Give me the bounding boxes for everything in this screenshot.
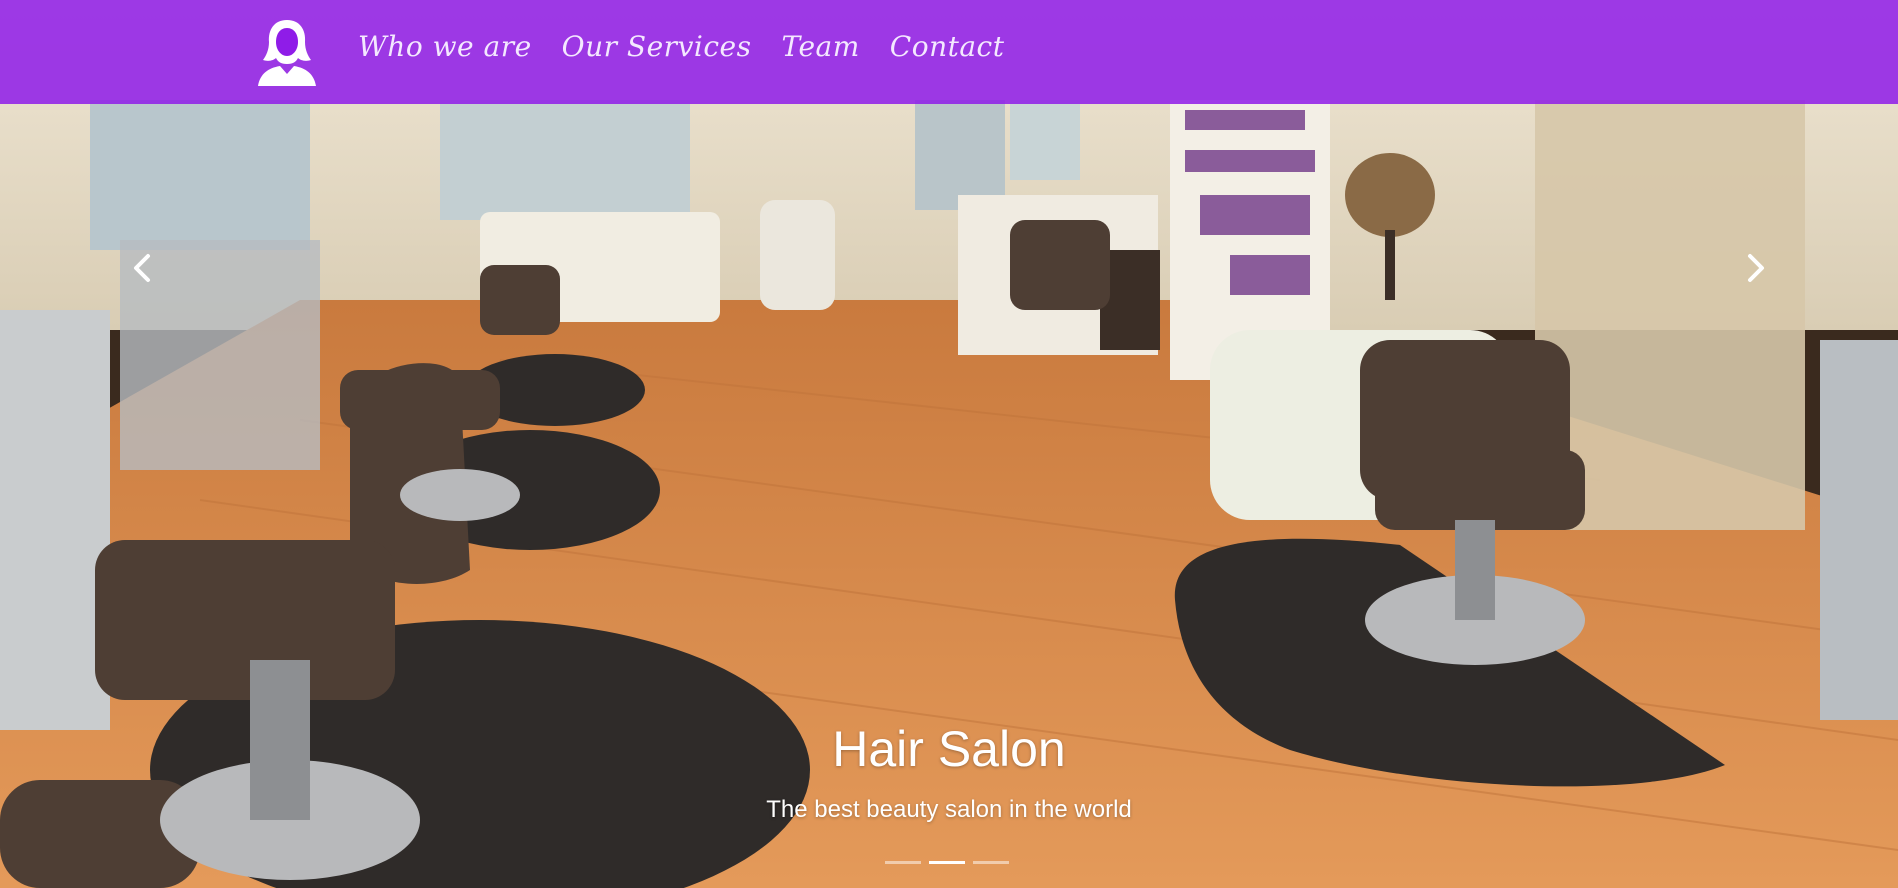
nav-menu: Who we are Our Services Team Contact xyxy=(358,30,1005,63)
top-navbar: Who we are Our Services Team Contact xyxy=(0,0,1898,104)
carousel-indicators xyxy=(885,861,1009,864)
carousel-subtitle: The best beauty salon in the world xyxy=(766,796,1132,823)
nav-link-who-we-are[interactable]: Who we are xyxy=(358,30,532,63)
carousel-caption: Hair Salon The best beauty salon in the … xyxy=(0,720,1898,824)
woman-silhouette-logo[interactable] xyxy=(254,18,320,86)
carousel-indicator-3[interactable] xyxy=(973,861,1009,864)
chevron-left-icon[interactable] xyxy=(128,250,158,286)
carousel-indicator-2[interactable] xyxy=(929,861,965,864)
nav-link-our-services[interactable]: Our Services xyxy=(562,30,752,63)
chevron-right-icon[interactable] xyxy=(1740,250,1770,286)
nav-link-contact[interactable]: Contact xyxy=(890,30,1005,63)
carousel-title: Hair Salon xyxy=(832,721,1066,777)
nav-link-team[interactable]: Team xyxy=(781,30,859,63)
carousel-indicator-1[interactable] xyxy=(885,861,921,864)
